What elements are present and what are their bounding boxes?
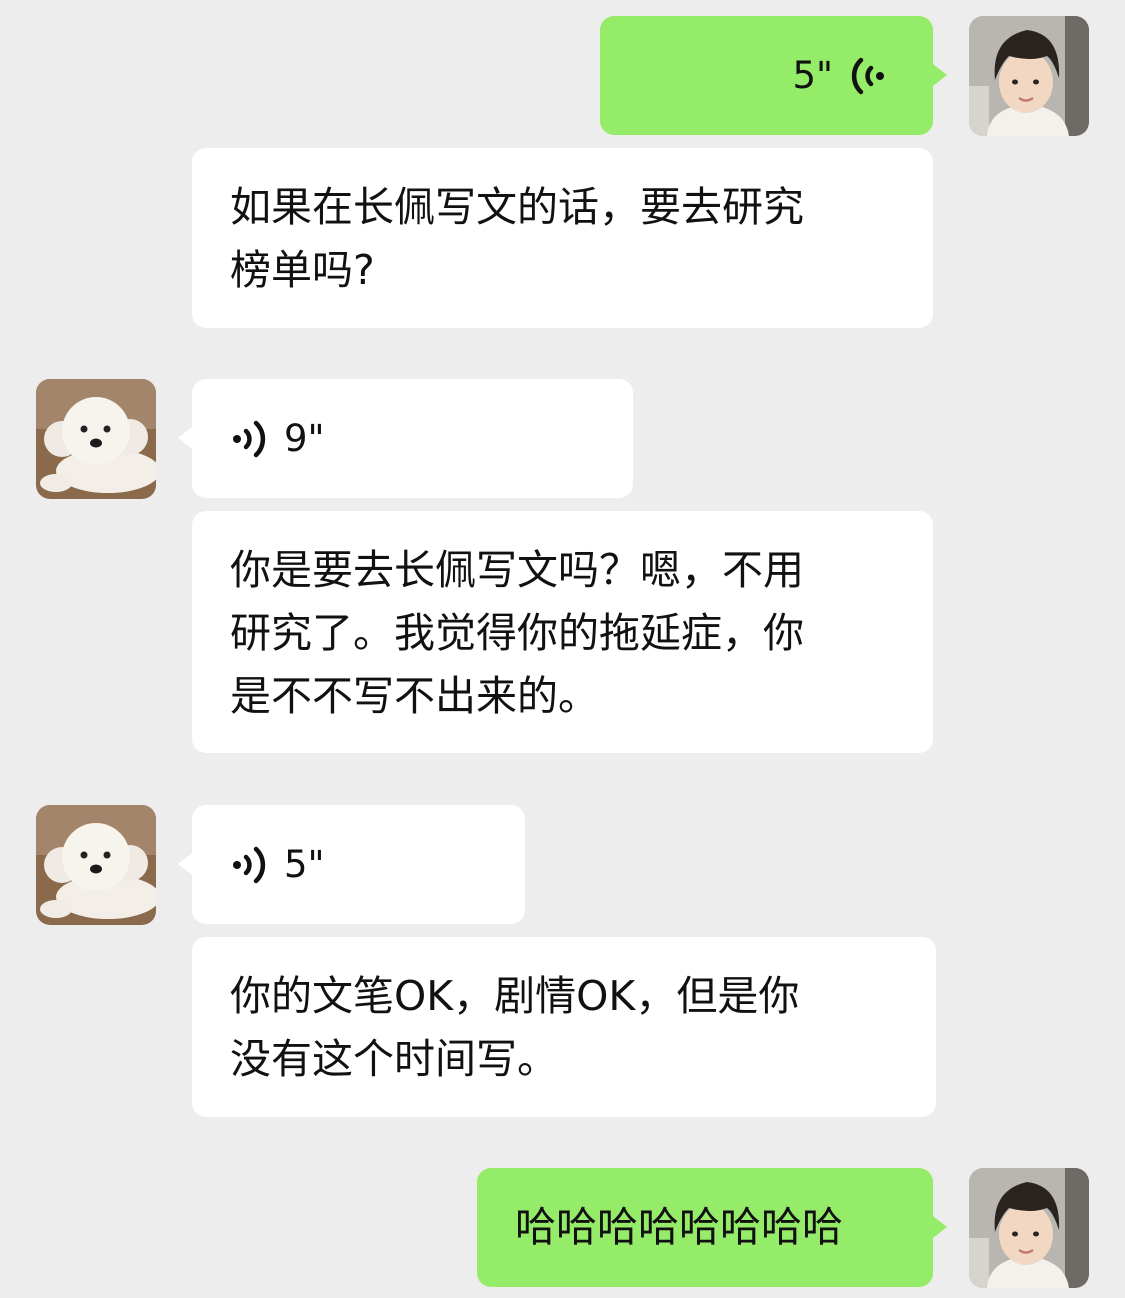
voice-duration: 5" bbox=[284, 843, 325, 886]
voice-message-content: 5" bbox=[232, 845, 325, 885]
transcript-line: 你的文笔OK，剧情OK，但是你 bbox=[230, 972, 800, 1020]
voice-wave-icon bbox=[851, 56, 885, 96]
transcript-line: 如果在长佩写文的话，要去研究 bbox=[230, 183, 804, 231]
transcript-line: 是不不写不出来的。 bbox=[230, 672, 599, 720]
transcript-line: 榜单吗? bbox=[230, 246, 375, 294]
transcript-line: 研究了。我觉得你的拖延症，你 bbox=[230, 609, 804, 657]
voice-duration: 5" bbox=[792, 54, 833, 97]
dog-avatar[interactable] bbox=[36, 379, 156, 499]
dog-avatar[interactable] bbox=[36, 805, 156, 925]
transcript-bubble[interactable]: 你的文笔OK，剧情OK，但是你 没有这个时间写。 bbox=[192, 937, 936, 1117]
transcript-bubble[interactable]: 你是要去长佩写文吗？嗯，不用 研究了。我觉得你的拖延症，你 是不不写不出来的。 bbox=[192, 511, 933, 753]
my-voice-bubble[interactable]: 5" bbox=[600, 16, 933, 135]
bubble-tail bbox=[178, 853, 192, 875]
user-avatar[interactable] bbox=[969, 16, 1089, 136]
voice-message-content: 9" bbox=[232, 419, 325, 459]
user-avatar[interactable] bbox=[969, 1168, 1089, 1288]
voice-wave-icon bbox=[232, 845, 266, 885]
voice-message-content: 5" bbox=[792, 56, 885, 96]
voice-duration: 9" bbox=[284, 417, 325, 460]
bubble-tail bbox=[178, 427, 192, 449]
friend-voice-bubble[interactable]: 9" bbox=[192, 379, 633, 498]
voice-wave-icon bbox=[232, 419, 266, 459]
transcript-bubble[interactable]: 如果在长佩写文的话，要去研究 榜单吗? bbox=[192, 148, 933, 328]
transcript-line: 没有这个时间写。 bbox=[230, 1035, 558, 1083]
transcript-line: 你是要去长佩写文吗？嗯，不用 bbox=[230, 546, 804, 594]
bubble-tail bbox=[933, 1216, 947, 1238]
my-text-bubble[interactable]: 哈哈哈哈哈哈哈哈 bbox=[477, 1168, 933, 1287]
bubble-tail bbox=[933, 64, 947, 86]
friend-voice-bubble[interactable]: 5" bbox=[192, 805, 525, 924]
message-text: 哈哈哈哈哈哈哈哈 bbox=[515, 1203, 843, 1251]
